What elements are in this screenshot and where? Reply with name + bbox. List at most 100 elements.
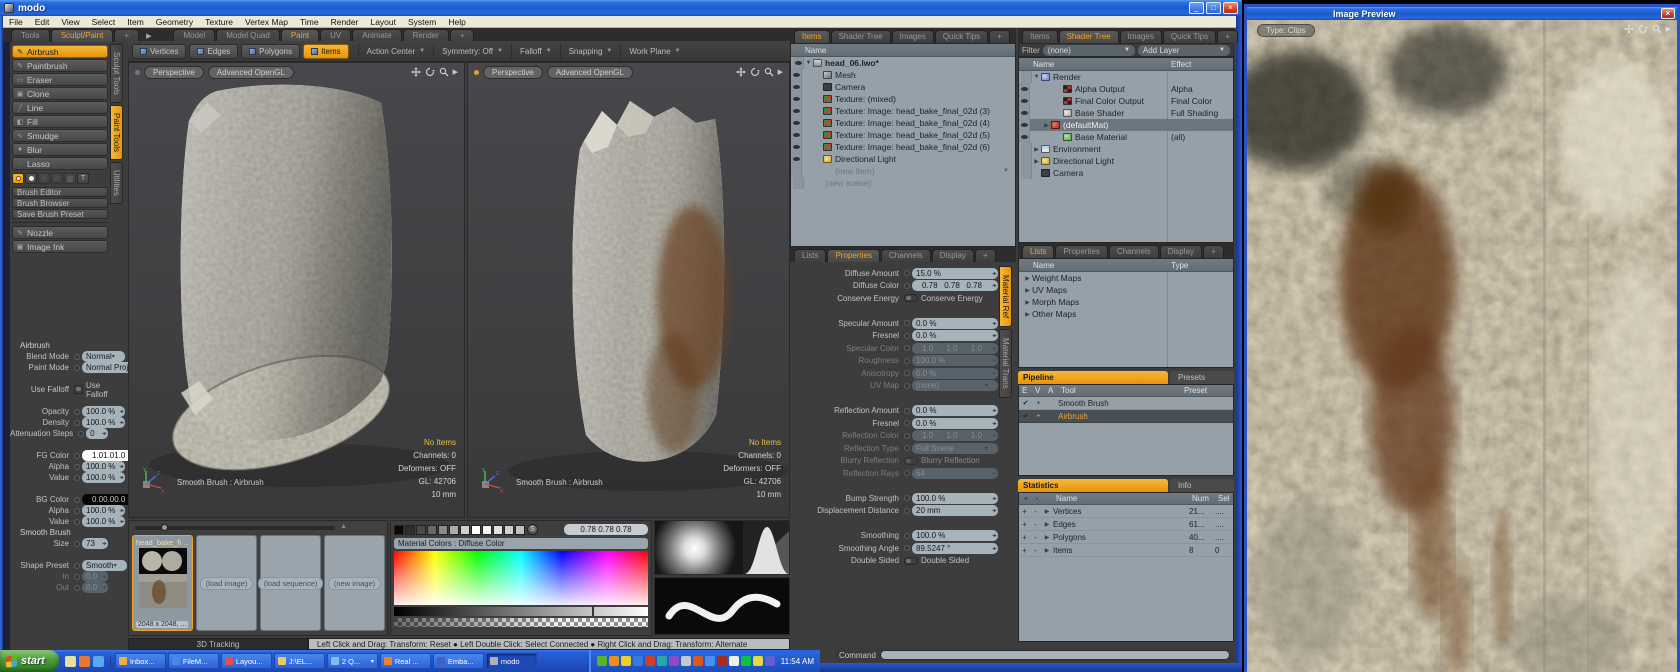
panel-tab[interactable]: Lists xyxy=(1022,245,1054,258)
statistics-row[interactable]: + - ▶ Vertices 21... .... xyxy=(1019,505,1233,518)
quick-launch-icon[interactable] xyxy=(79,656,90,667)
panel-tab[interactable]: Quick Tips xyxy=(1163,30,1216,43)
gray-swatch[interactable] xyxy=(405,525,415,535)
gray-swatch[interactable] xyxy=(416,525,426,535)
value-spinner[interactable]: ◂▸ xyxy=(992,432,996,439)
gray-swatch[interactable] xyxy=(427,525,437,535)
selection-mode-button[interactable]: Edges xyxy=(189,44,238,59)
color-value-field[interactable]: 0.78 0.78 0.78 xyxy=(564,524,648,535)
orbit-icon[interactable] xyxy=(1638,24,1648,34)
gray-swatch[interactable] xyxy=(515,525,525,535)
value-spinner[interactable]: ◂▸ xyxy=(102,584,106,591)
value-spinner[interactable]: ◂▸ xyxy=(119,518,123,525)
slider-handle[interactable] xyxy=(161,524,168,531)
texture-preview-client[interactable]: Type: Clips ▶ xyxy=(1247,20,1677,672)
value-spinner[interactable]: ◂▸ xyxy=(102,540,106,547)
layer-effect[interactable]: Full Shading xyxy=(1171,108,1218,118)
shader-layer-row[interactable]: Final Color Output Final Color xyxy=(1019,95,1233,107)
item-row[interactable]: ▼ head_06.lwo* xyxy=(791,57,1015,69)
layout-tab[interactable]: Tools xyxy=(11,29,50,42)
item-row[interactable]: Mesh xyxy=(791,69,1015,81)
value-spinner[interactable]: ◂▸ xyxy=(102,573,106,580)
tool-button[interactable]: ╱ Line xyxy=(12,101,108,114)
quick-launch-icon[interactable] xyxy=(65,656,76,667)
brush-panel-button[interactable]: Save Brush Preset xyxy=(12,209,108,219)
value-spinner[interactable]: ◂▸ xyxy=(119,419,123,426)
tool-button[interactable]: ▣ Image Ink xyxy=(12,240,108,253)
panel-tab[interactable]: Images xyxy=(892,30,934,43)
taskbar-task-button[interactable]: Emba... xyxy=(433,653,484,669)
value-spinner[interactable]: ◂▸ xyxy=(992,345,996,352)
expand-arrow-icon[interactable]: ▶ xyxy=(1041,534,1053,541)
luminance-strip[interactable] xyxy=(394,607,648,616)
clip-cell[interactable]: head_bake_fi ... head_bake_fi ... 2048 x xyxy=(132,535,193,631)
pan-icon[interactable] xyxy=(1624,24,1634,34)
toolbar-dropdown[interactable]: Action Center▼ xyxy=(358,44,433,59)
property-value-field[interactable]: 15.0 % ▾ ◂▸ xyxy=(912,268,998,279)
visibility-eye-icon[interactable] xyxy=(791,129,802,141)
item-row[interactable]: Texture: Image: head_bake_final_02d (6) xyxy=(791,141,1015,153)
gray-swatch[interactable] xyxy=(460,525,470,535)
panel-tab[interactable]: Properties xyxy=(827,249,879,262)
value-spinner[interactable]: ◂▸ xyxy=(992,407,996,414)
value-spinner[interactable]: ◂▸ xyxy=(992,357,996,364)
value-spinner[interactable]: ◂▸ xyxy=(992,495,996,502)
pan-icon[interactable] xyxy=(736,67,746,77)
gray-swatch[interactable] xyxy=(482,525,492,535)
channel-dot[interactable] xyxy=(74,563,80,569)
visibility-eye-icon[interactable] xyxy=(791,165,802,177)
orbit-icon[interactable] xyxy=(750,67,760,77)
column-header[interactable]: Name xyxy=(791,44,1015,57)
map-group-row[interactable]: ▶ UV Maps xyxy=(1019,284,1233,296)
property-value-field[interactable]: 100.0 % ▾ ◂▸ xyxy=(82,461,125,472)
panel-tab[interactable]: Channels xyxy=(881,249,931,262)
material-side-tab[interactable]: Material Trans xyxy=(999,329,1012,398)
value-spinner[interactable]: ◂▸ xyxy=(119,507,123,514)
value-spinner[interactable]: ◂▸ xyxy=(992,320,996,327)
property-value-field[interactable]: 100.0 % ▾ ◂▸ xyxy=(912,530,998,541)
channel-dot[interactable] xyxy=(74,420,80,426)
statistics-row[interactable]: + - ▶ Polygons 40... .... xyxy=(1019,531,1233,544)
channel-dot[interactable] xyxy=(904,270,910,276)
item-row[interactable]: Texture: (mixed) xyxy=(791,93,1015,105)
tool-button[interactable]: ∿ Smudge xyxy=(12,129,108,142)
shader-layer-row[interactable]: Camera xyxy=(1019,167,1233,179)
quick-launch-icon[interactable] xyxy=(93,656,104,667)
tray-icon[interactable] xyxy=(621,656,631,666)
menu-item[interactable]: View xyxy=(55,17,85,27)
preview-title-bar[interactable]: Image Preview × xyxy=(1247,7,1677,20)
selection-mode-button[interactable]: Vertices xyxy=(132,44,186,59)
item-row[interactable]: Camera xyxy=(791,81,1015,93)
shader-layer-row[interactable]: Base Material (all) xyxy=(1019,131,1233,143)
property-value-field[interactable]: 0 ▾ ◂▸ xyxy=(86,428,108,439)
tip-option-button[interactable]: ◇ xyxy=(38,173,50,184)
channel-dot[interactable] xyxy=(78,431,84,437)
expand-arrow-icon[interactable]: ▶ xyxy=(1041,521,1053,528)
property-value-field[interactable]: Full Scene ▾ ◂▸ xyxy=(912,443,998,454)
visibility-eye-icon[interactable] xyxy=(1021,155,1032,167)
info-tab[interactable]: Info xyxy=(1170,479,1234,492)
property-value-field[interactable]: 1.01.01.0 ▾ ◂▸ xyxy=(912,430,998,441)
hard-tip-button[interactable] xyxy=(25,173,37,184)
tool-button[interactable]: ▣ Clone xyxy=(12,87,108,100)
shader-layer-row[interactable]: ▶ Directional Light xyxy=(1019,155,1233,167)
visibility-eye-icon[interactable] xyxy=(791,141,802,153)
tool-category-tab[interactable]: Paint Tools xyxy=(110,105,123,160)
taskbar-task-button[interactable]: Inbox... xyxy=(115,653,166,669)
tool-category-tab[interactable]: Sculpt Tools xyxy=(110,44,123,103)
tool-button[interactable]: ▭ Eraser xyxy=(12,73,108,86)
menu-item[interactable]: Layout xyxy=(364,17,402,27)
property-value-field[interactable]: Normal ▾ ◂▸ xyxy=(82,351,125,362)
visibility-eye-icon[interactable] xyxy=(791,93,802,105)
channel-dot[interactable] xyxy=(904,283,910,289)
menu-item[interactable]: Edit xyxy=(29,17,56,27)
channel-dot[interactable] xyxy=(904,445,910,451)
tray-icon[interactable] xyxy=(729,656,739,666)
item-row[interactable]: Texture: Image: head_bake_final_02d (4) xyxy=(791,117,1015,129)
new-item-arrow-icon[interactable]: ▼ xyxy=(1003,168,1015,174)
menu-item[interactable]: Item xyxy=(121,17,150,27)
toggle-switch[interactable] xyxy=(74,385,83,394)
property-value-field[interactable]: Smooth ▾ ◂▸ xyxy=(82,560,127,571)
toolbar-dropdown[interactable]: Snapping▼ xyxy=(560,44,621,59)
toggle-switch[interactable] xyxy=(904,294,918,302)
